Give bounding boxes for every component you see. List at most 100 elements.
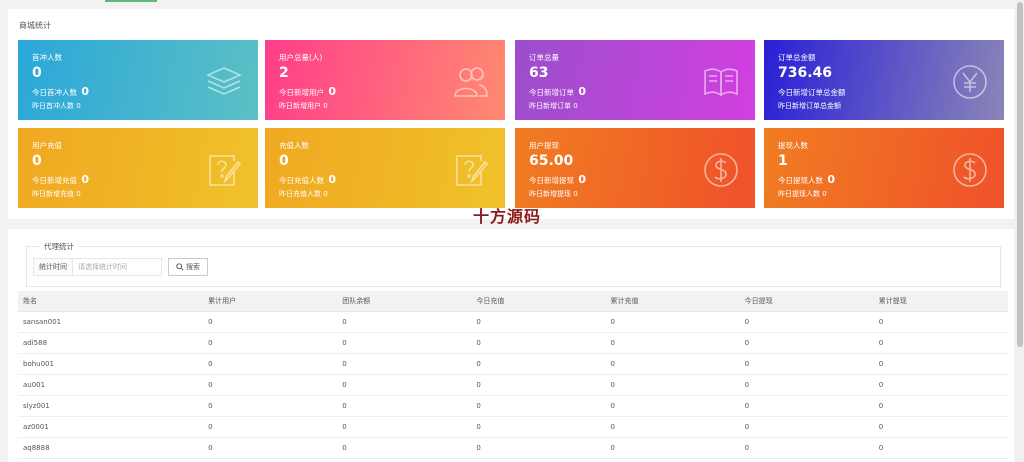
card-value: 0 [32, 65, 42, 81]
card-title: 订单总量 [529, 53, 559, 62]
table-cell: 0 [739, 374, 874, 396]
column-header: 今日提现 [739, 291, 874, 312]
table-cell: 0 [337, 437, 472, 459]
table-cell: 0 [471, 416, 606, 438]
stat-card: 充值人数 0 今日充值人数 0 昨日充值人数 0 [265, 128, 505, 208]
table-cell: 0 [471, 374, 606, 396]
card-yesterday: 昨日新增用户 0 [279, 102, 328, 110]
card-value: 0 [279, 153, 289, 169]
table-cell: 0 [203, 332, 338, 354]
card-yesterday: 昨日新增订单 0 [529, 102, 578, 110]
table-cell: 0 [605, 437, 740, 459]
table-cell: 0 [337, 353, 472, 375]
table-cell: aq8888 [18, 437, 204, 459]
table-cell: adi588 [18, 332, 204, 354]
top-bar [0, 0, 1016, 3]
table-cell: 0 [739, 353, 874, 375]
card-value: 2 [279, 65, 289, 81]
card-yesterday: 昨日新增提现 0 [529, 190, 578, 198]
table-cell: 0 [203, 353, 338, 375]
table-cell: 0 [873, 416, 1008, 438]
scrollbar-thumb[interactable] [1017, 2, 1023, 347]
table-cell: 0 [739, 332, 874, 354]
yen-icon [950, 62, 990, 102]
fieldset-legend: 代理统计 [39, 241, 79, 252]
card-today-label: 今日新增订单 [529, 88, 574, 97]
card-yesterday: 昨日提现人数 0 [778, 190, 827, 198]
table-row: az0001 0 0 0 0 0 0 [18, 416, 1008, 438]
table-cell: 0 [605, 332, 740, 354]
edit-question-icon [451, 150, 491, 190]
date-range-input[interactable]: 请选择统计时间 [72, 258, 162, 276]
card-today-value: 0 [328, 85, 337, 98]
stat-card: 订单总量 63 今日新增订单 0 昨日新增订单 0 [515, 40, 755, 120]
table-cell: 0 [471, 395, 606, 417]
table-cell: 0 [873, 437, 1008, 459]
card-today: 今日充值人数 0 [279, 173, 336, 186]
table-cell: bohu001 [18, 353, 204, 375]
table-cell: 0 [605, 311, 740, 333]
card-today: 今日新增订单 0 [529, 85, 586, 98]
stat-card: 提现人数 1 今日提现人数 0 昨日提现人数 0 [764, 128, 1004, 208]
stat-card: 订单总金额 736.46 今日新增订单总金额 昨日新增订单总金额 [764, 40, 1004, 120]
table-cell: 0 [337, 374, 472, 396]
table-cell: 0 [337, 416, 472, 438]
column-header: 团队余额 [337, 291, 472, 312]
card-today: 今日新增提现 0 [529, 173, 586, 186]
active-tab-indicator [105, 0, 157, 2]
table-cell: 0 [739, 395, 874, 417]
search-button[interactable]: 搜索 [168, 258, 208, 276]
table-cell: 0 [873, 374, 1008, 396]
table-cell: 0 [873, 395, 1008, 417]
card-today-value: 0 [81, 173, 90, 186]
column-header: 累计提现 [873, 291, 1008, 312]
panel-title: 商城统计 [19, 21, 51, 30]
users-icon [451, 62, 491, 102]
card-yesterday: 昨日新增充值 0 [32, 190, 81, 198]
stat-card: 用户充值 0 今日新增充值 0 昨日新增充值 0 [18, 128, 258, 208]
layers-icon [204, 62, 244, 102]
book-icon [701, 62, 741, 102]
table-cell: slyz001 [18, 395, 204, 417]
table-cell: 0 [873, 311, 1008, 333]
table-cell: 0 [605, 374, 740, 396]
card-yesterday: 昨日充值人数 0 [279, 190, 328, 198]
table-cell: 0 [337, 332, 472, 354]
card-value: 65.00 [529, 153, 574, 169]
table-cell: 0 [337, 395, 472, 417]
card-title: 用户总量(人) [279, 53, 323, 62]
table-header-row: 姓名 累计用户 团队余额 今日充值 累计充值 今日提现 累计提现 [18, 291, 1008, 312]
card-value: 63 [529, 65, 549, 81]
card-today-label: 今日新增用户 [279, 88, 324, 97]
stat-card: 首冲人数 0 今日首冲人数 0 昨日首冲人数 0 [18, 40, 258, 120]
table-cell: 0 [739, 437, 874, 459]
column-header: 今日充值 [471, 291, 606, 312]
stats-panel: 商城统计 首冲人数 0 今日首冲人数 0 昨日首冲人数 0 用户总量(人) 2 今日新增用户… [8, 9, 1014, 219]
card-today-value: 0 [827, 173, 836, 186]
agent-table: 姓名 累计用户 团队余额 今日充值 累计充值 今日提现 累计提现 sansan001 0 0 0 0… [18, 291, 1008, 459]
card-title: 订单总金额 [778, 53, 816, 62]
column-header: 累计用户 [203, 291, 338, 312]
stat-card: 用户提现 65.00 今日新增提现 0 昨日新增提现 0 [515, 128, 755, 208]
scrollbar[interactable] [1016, 0, 1024, 462]
table-cell: 0 [337, 311, 472, 333]
card-today: 今日首冲人数 0 [32, 85, 89, 98]
card-today-label: 今日新增订单总金额 [778, 88, 846, 97]
agent-stats-panel: 代理统计 统计时间 请选择统计时间 搜索 姓名 累计用户 团队余额 今日充值 累计充值今… [8, 229, 1014, 462]
table-cell: 0 [471, 437, 606, 459]
card-today-value: 0 [578, 85, 587, 98]
card-yesterday: 昨日新增订单总金额 [778, 102, 841, 110]
card-today-label: 今日首冲人数 [32, 88, 77, 97]
table-row: bohu001 0 0 0 0 0 0 [18, 353, 1008, 375]
table-cell: 0 [873, 353, 1008, 375]
card-today-value: 0 [81, 85, 90, 98]
card-title: 用户提现 [529, 141, 559, 150]
table-cell: 0 [203, 416, 338, 438]
card-today-value: 0 [578, 173, 587, 186]
card-today: 今日新增订单总金额 [778, 85, 848, 98]
card-value: 1 [778, 153, 788, 169]
card-today: 今日提现人数 0 [778, 173, 835, 186]
card-today: 今日新增用户 0 [279, 85, 336, 98]
card-yesterday: 昨日首冲人数 0 [32, 102, 81, 110]
filter-label: 统计时间 [33, 258, 73, 276]
